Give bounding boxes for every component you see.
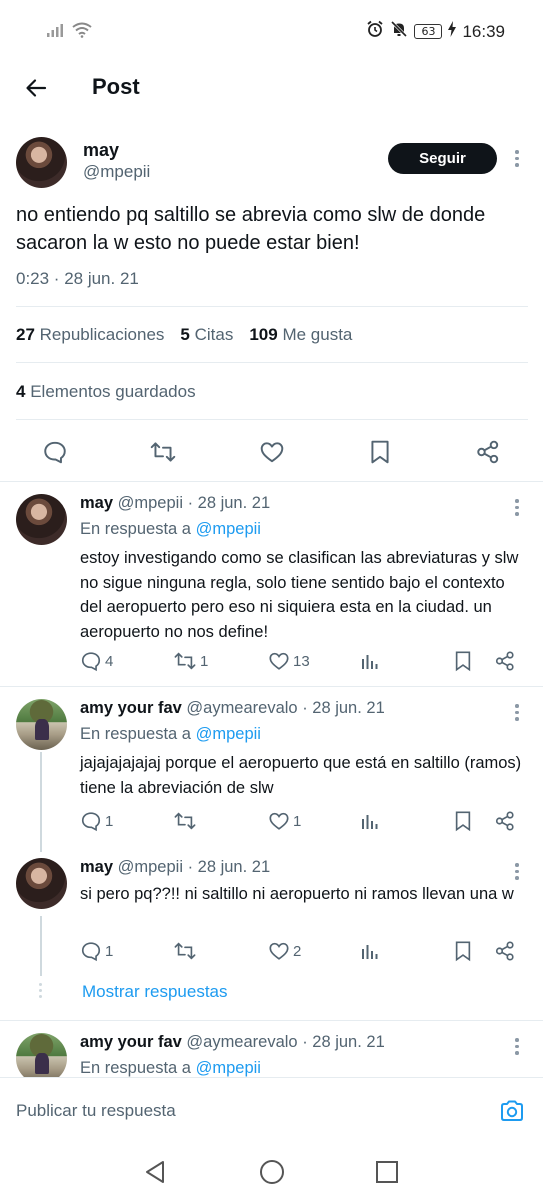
bookmark-icon[interactable] <box>453 648 473 674</box>
like-icon[interactable] <box>258 438 286 466</box>
in-reply-to: En respuesta a @mpepii <box>80 725 261 743</box>
repost-icon <box>174 942 196 960</box>
author-handle[interactable]: @mpepii <box>83 162 150 182</box>
more-options-icon[interactable] <box>514 863 520 880</box>
follow-button[interactable]: Seguir <box>388 143 497 174</box>
views-icon[interactable] <box>360 938 380 964</box>
views-icon[interactable] <box>360 648 380 674</box>
repost-button[interactable] <box>173 808 200 834</box>
show-replies-link[interactable]: Mostrar respuestas <box>82 982 228 1002</box>
avatar[interactable] <box>16 699 67 750</box>
in-reply-to: En respuesta a @mpepii <box>80 520 261 538</box>
reply-author[interactable]: amy your fav @aymearevalo · 28 jun. 21 <box>80 699 385 718</box>
like-button[interactable]: 13 <box>268 648 310 674</box>
like-button[interactable]: 1 <box>268 808 301 834</box>
camera-icon[interactable] <box>499 1098 525 1124</box>
divider <box>16 362 528 363</box>
like-icon <box>269 812 289 830</box>
reply-icon[interactable] <box>41 438 69 466</box>
reply-action-bar: 4 1 13 <box>80 648 530 674</box>
like-icon <box>269 942 289 960</box>
share-icon[interactable] <box>494 938 516 964</box>
reply-item[interactable]: may @mpepii · 28 jun. 21 si pero pq??!! … <box>0 846 543 976</box>
post-timestamp: 0:23 · 28 jun. 21 <box>16 269 139 288</box>
reply-author[interactable]: may @mpepii · 28 jun. 21 <box>80 858 270 877</box>
avatar[interactable] <box>16 858 67 909</box>
battery-icon: 63 <box>414 24 443 39</box>
nav-recents-icon[interactable] <box>373 1158 401 1186</box>
reply-item[interactable]: amy your fav @aymearevalo · 28 jun. 21 E… <box>0 1021 543 1077</box>
divider <box>16 419 528 420</box>
share-icon[interactable] <box>494 648 516 674</box>
system-nav-bar <box>0 1144 543 1200</box>
post-stats: 27 Republicaciones 5 Citas 109 Me gusta <box>16 325 352 345</box>
views-icon[interactable] <box>360 808 380 834</box>
nav-back-icon[interactable] <box>141 1158 169 1186</box>
top-header: Post <box>0 62 543 112</box>
like-button[interactable]: 2 <box>268 938 301 964</box>
bookmark-icon[interactable] <box>366 438 394 466</box>
share-icon[interactable] <box>494 808 516 834</box>
repost-icon[interactable] <box>149 438 177 466</box>
status-bar: 63 16:39 <box>0 0 543 62</box>
mention-link[interactable]: @mpepii <box>196 725 261 743</box>
bookmarks-stat[interactable]: 4 Elementos guardados <box>16 382 196 402</box>
reply-icon <box>81 942 101 962</box>
bookmark-icon[interactable] <box>453 808 473 834</box>
author-name[interactable]: may <box>83 140 119 161</box>
avatar[interactable] <box>16 1033 67 1077</box>
reply-action-bar: 1 2 <box>80 938 530 964</box>
post-text: no entiendo pq saltillo se abrevia como … <box>16 204 486 254</box>
mention-link[interactable]: @mpepii <box>196 520 261 538</box>
wifi-icon <box>72 22 92 43</box>
like-icon <box>269 652 289 670</box>
likes-stat[interactable]: 109 Me gusta <box>249 325 352 345</box>
status-time: 16:39 <box>462 21 505 41</box>
more-options-icon[interactable] <box>514 704 520 721</box>
thread-dots <box>39 983 42 998</box>
reply-item[interactable]: may @mpepii · 28 jun. 21 En respuesta a … <box>0 482 543 686</box>
reply-item[interactable]: amy your fav @aymearevalo · 28 jun. 21 E… <box>0 687 543 852</box>
avatar[interactable] <box>16 494 67 545</box>
reply-author[interactable]: may @mpepii · 28 jun. 21 <box>80 494 270 513</box>
more-options-icon[interactable] <box>514 499 520 516</box>
avatar[interactable] <box>16 137 67 188</box>
reply-icon <box>81 652 101 672</box>
reply-composer[interactable]: Publicar tu respuesta <box>0 1077 543 1144</box>
alarm-icon <box>366 20 384 43</box>
reposts-stat[interactable]: 27 Republicaciones <box>16 325 164 345</box>
reply-button[interactable]: 1 <box>80 808 113 834</box>
back-arrow-icon[interactable] <box>18 70 54 106</box>
mention-link[interactable]: @mpepii <box>196 1059 261 1077</box>
nav-home-icon[interactable] <box>258 1158 286 1186</box>
reply-input[interactable]: Publicar tu respuesta <box>16 1101 176 1121</box>
post-action-bar <box>0 432 543 472</box>
reply-action-bar: 1 1 <box>80 808 530 834</box>
share-icon[interactable] <box>474 438 502 466</box>
repost-icon <box>174 812 196 830</box>
reply-text: si pero pq??!! ni saltillo ni aeropuerto… <box>80 885 514 903</box>
reply-button[interactable]: 4 <box>80 648 113 674</box>
reply-author[interactable]: amy your fav @aymearevalo · 28 jun. 21 <box>80 1033 385 1052</box>
reply-button[interactable]: 1 <box>80 938 113 964</box>
reply-text: jajajajajajaj porque el aeropuerto que e… <box>80 754 522 797</box>
more-options-icon[interactable] <box>514 150 520 167</box>
in-reply-to: En respuesta a @mpepii <box>80 1059 261 1077</box>
repost-button[interactable]: 1 <box>173 648 208 674</box>
signal-icon <box>46 22 66 43</box>
divider <box>16 306 528 307</box>
repost-button[interactable] <box>173 938 200 964</box>
mute-icon <box>390 20 408 43</box>
more-options-icon[interactable] <box>514 1038 520 1055</box>
reply-icon <box>81 812 101 832</box>
page-title: Post <box>92 74 140 99</box>
reply-text: estoy investigando como se clasifican la… <box>80 549 519 641</box>
bookmark-icon[interactable] <box>453 938 473 964</box>
repost-icon <box>174 652 196 670</box>
quotes-stat[interactable]: 5 Citas <box>180 325 233 345</box>
charging-icon <box>448 21 457 42</box>
